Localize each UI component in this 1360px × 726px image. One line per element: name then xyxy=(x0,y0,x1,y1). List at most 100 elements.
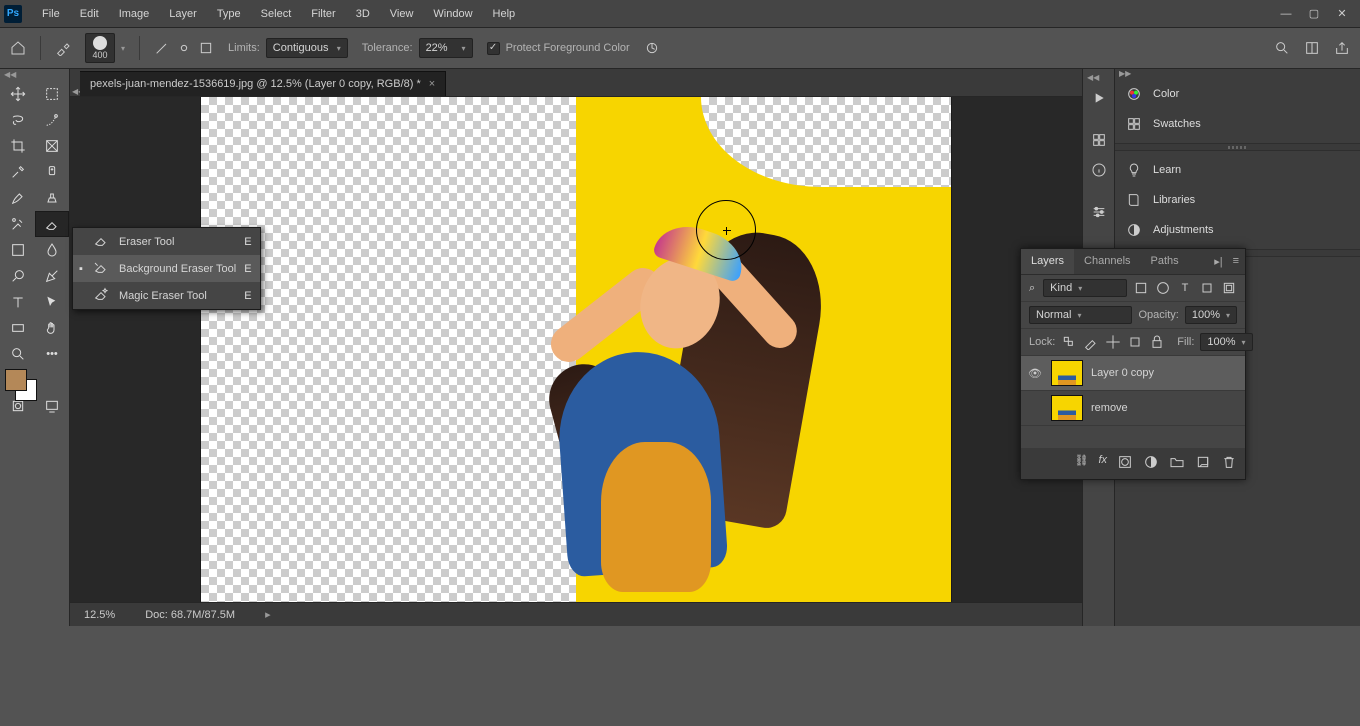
layer-mask-icon[interactable] xyxy=(1117,454,1133,473)
screen-mode-toggle[interactable] xyxy=(35,393,69,419)
lasso-tool[interactable] xyxy=(1,107,35,133)
status-zoom[interactable]: 12.5% xyxy=(84,609,115,621)
flyout-magic-eraser-tool[interactable]: Magic Eraser Tool E xyxy=(73,282,260,309)
palette-collapse-handle[interactable]: ◀◀ xyxy=(0,69,69,79)
filter-kind-dropdown[interactable]: Kind▾ xyxy=(1043,279,1127,297)
lock-artboard-icon[interactable] xyxy=(1127,334,1143,350)
filter-adjust-icon[interactable] xyxy=(1155,280,1171,296)
panel-adjustments[interactable]: Adjustments xyxy=(1115,215,1360,245)
blend-mode-dropdown[interactable]: Normal▾ xyxy=(1029,306,1132,324)
crop-tool[interactable] xyxy=(1,133,35,159)
status-chevron-icon[interactable]: ▸ xyxy=(265,608,271,621)
menu-window[interactable]: Window xyxy=(423,0,482,28)
lock-position-icon[interactable] xyxy=(1105,334,1121,350)
canvas-viewport[interactable] xyxy=(70,97,1082,602)
menu-layer[interactable]: Layer xyxy=(159,0,207,28)
menu-image[interactable]: Image xyxy=(109,0,160,28)
limits-dropdown[interactable]: Contiguous▾ xyxy=(266,38,348,58)
layer-thumbnail[interactable] xyxy=(1051,395,1083,421)
filter-pixel-icon[interactable] xyxy=(1133,280,1149,296)
menu-edit[interactable]: Edit xyxy=(70,0,109,28)
layer-thumbnail[interactable] xyxy=(1051,360,1083,386)
hand-tool[interactable] xyxy=(35,315,69,341)
current-tool-icon[interactable] xyxy=(55,40,71,56)
panel-dock-icon[interactable]: ▸| xyxy=(1210,249,1226,274)
layers-floating-panel[interactable]: Layers Channels Paths ▸| ≡ ⌕ Kind▾ T Nor… xyxy=(1020,248,1246,480)
document-canvas[interactable] xyxy=(201,97,951,602)
menu-filter[interactable]: Filter xyxy=(301,0,345,28)
zoom-tool[interactable] xyxy=(1,341,35,367)
play-icon[interactable] xyxy=(1085,84,1113,112)
search-icon[interactable] xyxy=(1274,40,1290,56)
document-tab[interactable]: pexels-juan-mendez-1536619.jpg @ 12.5% (… xyxy=(80,71,446,96)
lock-all-icon[interactable] xyxy=(1149,334,1165,350)
filter-type-icon[interactable]: T xyxy=(1177,280,1193,296)
panel-libraries[interactable]: Libraries xyxy=(1115,185,1360,215)
strip-collapse-handle[interactable]: ◀◀ xyxy=(1083,73,1099,82)
workspace-switcher-icon[interactable] xyxy=(1304,40,1320,56)
brush-picker[interactable]: 400 ▾ xyxy=(85,33,125,63)
menu-select[interactable]: Select xyxy=(251,0,302,28)
filter-search-icon[interactable]: ⌕ xyxy=(1029,282,1035,295)
move-tool[interactable] xyxy=(1,81,35,107)
healing-brush-tool[interactable] xyxy=(35,159,69,185)
layer-row[interactable]: remove xyxy=(1021,391,1245,426)
menu-file[interactable]: File xyxy=(32,0,70,28)
home-icon[interactable] xyxy=(10,40,26,56)
layer-fx-icon[interactable]: fx xyxy=(1098,454,1107,473)
tab-close-icon[interactable]: × xyxy=(429,78,435,90)
eyedropper-tool[interactable] xyxy=(1,159,35,185)
menu-type[interactable]: Type xyxy=(207,0,251,28)
tab-layers[interactable]: Layers xyxy=(1021,249,1074,274)
visibility-toggle-icon[interactable]: 👁 xyxy=(1027,367,1043,380)
tabbar-collapse-handle[interactable]: ◀◀ xyxy=(70,87,76,96)
right-collapse-handle[interactable]: ▶▶ xyxy=(1115,69,1360,79)
layer-name[interactable]: Layer 0 copy xyxy=(1091,367,1154,379)
adjustments-icon[interactable] xyxy=(1085,198,1113,226)
flyout-eraser-tool[interactable]: Eraser Tool E xyxy=(73,228,260,255)
clone-stamp-tool[interactable] xyxy=(35,185,69,211)
lock-transparency-icon[interactable] xyxy=(1061,334,1077,350)
lock-paint-icon[interactable] xyxy=(1083,334,1099,350)
panel-menu-icon[interactable]: ≡ xyxy=(1227,249,1245,274)
info-icon[interactable] xyxy=(1085,156,1113,184)
panel-color[interactable]: Color xyxy=(1115,79,1360,109)
filter-smart-icon[interactable] xyxy=(1221,280,1237,296)
rectangle-tool[interactable] xyxy=(1,315,35,341)
layer-row[interactable]: 👁 Layer 0 copy xyxy=(1021,356,1245,391)
tab-channels[interactable]: Channels xyxy=(1074,249,1140,274)
menu-3d[interactable]: 3D xyxy=(346,0,380,28)
menu-view[interactable]: View xyxy=(380,0,424,28)
menu-help[interactable]: Help xyxy=(483,0,526,28)
frame-tool[interactable] xyxy=(35,133,69,159)
delete-layer-icon[interactable] xyxy=(1221,454,1237,473)
more-tools[interactable]: ••• xyxy=(35,341,69,367)
group-layers-icon[interactable] xyxy=(1169,454,1185,473)
gradient-tool[interactable] xyxy=(1,237,35,263)
protect-fg-checkbox[interactable] xyxy=(487,42,500,55)
adjustment-layer-icon[interactable] xyxy=(1143,454,1159,473)
filter-shape-icon[interactable] xyxy=(1199,280,1215,296)
status-doc-size[interactable]: Doc: 68.7M/87.5M xyxy=(145,609,235,621)
grid-icon[interactable] xyxy=(1085,126,1113,154)
sampling-once-icon[interactable] xyxy=(176,40,192,56)
blur-tool[interactable] xyxy=(35,237,69,263)
sampling-continuous-icon[interactable] xyxy=(154,40,170,56)
rect-marquee-tool[interactable] xyxy=(35,81,69,107)
share-icon[interactable] xyxy=(1334,40,1350,56)
tolerance-input[interactable]: 22%▾ xyxy=(419,38,473,58)
quick-select-tool[interactable] xyxy=(35,107,69,133)
dodge-tool[interactable] xyxy=(1,263,35,289)
type-tool[interactable] xyxy=(1,289,35,315)
tab-paths[interactable]: Paths xyxy=(1141,249,1189,274)
foreground-color-swatch[interactable] xyxy=(5,369,27,391)
link-layers-icon[interactable]: ⛓ xyxy=(1074,454,1088,473)
sampling-swatch-icon[interactable] xyxy=(198,40,214,56)
eraser-tool[interactable] xyxy=(35,211,69,237)
close-button[interactable]: ✕ xyxy=(1328,0,1356,28)
opacity-input[interactable]: 100%▾ xyxy=(1185,306,1237,324)
brush-tool[interactable] xyxy=(1,185,35,211)
path-select-tool[interactable] xyxy=(35,289,69,315)
layer-name[interactable]: remove xyxy=(1091,402,1128,414)
pen-pressure-icon[interactable] xyxy=(644,40,660,56)
